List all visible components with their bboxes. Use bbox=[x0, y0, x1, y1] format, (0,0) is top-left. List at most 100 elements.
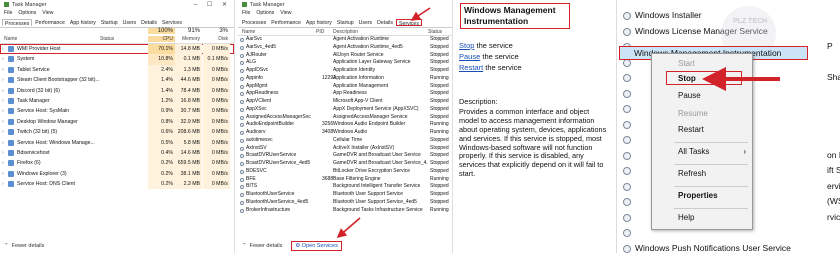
chevron-right-icon[interactable]: › bbox=[2, 117, 4, 127]
menu-options[interactable]: Options bbox=[18, 10, 36, 17]
tab-app-history[interactable]: App history bbox=[304, 19, 334, 26]
process-row[interactable]: › Bdservicehost 0.4% 14.6 MB 0 MB/s bbox=[0, 147, 234, 159]
process-row[interactable]: › Tablet Service 2.4% 1.3 MB 0 MB/s bbox=[0, 64, 234, 76]
tab-users[interactable]: Users bbox=[121, 19, 139, 26]
service-row[interactable]: AssignedAccessManagerSvc AssignedAccessMa… bbox=[238, 114, 452, 122]
tab-startup[interactable]: Startup bbox=[99, 19, 120, 26]
ctx-help[interactable]: Help bbox=[678, 212, 694, 224]
ctx-restart[interactable]: Restart bbox=[678, 124, 704, 136]
service-row[interactable]: BluetoothUserService Bluetooth User Suppo… bbox=[238, 191, 452, 199]
process-row[interactable]: › Service Host: Windows Manage... 0.5% 5.8 … bbox=[0, 137, 234, 148]
service-row[interactable]: AppXSvc AppX Deployment Service (AppXSVC)… bbox=[238, 106, 452, 114]
ctx-start[interactable]: Start bbox=[678, 58, 695, 70]
chevron-right-icon[interactable]: › bbox=[2, 106, 4, 116]
ctx-pause[interactable]: Pause bbox=[678, 90, 701, 102]
chevron-right-icon[interactable]: › bbox=[2, 75, 4, 85]
service-row[interactable]: BcastDVRUserService_4ed5 GameDVR and Broa… bbox=[238, 160, 452, 168]
process-row[interactable]: › WMI Provider Host 70.1% 14.8 MB 0 MB/s bbox=[0, 44, 234, 55]
process-row[interactable]: › Steam Client Bootstrapper (32 bit)... 1.… bbox=[0, 75, 234, 86]
col-name[interactable]: Name bbox=[4, 36, 17, 42]
tab-users[interactable]: Users bbox=[357, 19, 375, 26]
chevron-right-icon[interactable]: › bbox=[2, 138, 4, 148]
ctx-resume[interactable]: Resume bbox=[678, 108, 708, 120]
service-row[interactable]: AxInstSV ActiveX Installer (AxInstSV) Stop… bbox=[238, 145, 452, 153]
fewer-details-link[interactable]: Fewer details bbox=[12, 243, 45, 249]
process-row[interactable]: › Twitch (32 bit) (5) 0.6% 208.6 MB 0 MB/s bbox=[0, 127, 234, 138]
chevron-up-icon[interactable]: ⌃ bbox=[242, 243, 247, 249]
chevron-right-icon[interactable]: › bbox=[2, 96, 4, 106]
chevron-right-icon[interactable]: › bbox=[2, 86, 4, 96]
tab-services[interactable]: Services bbox=[160, 19, 184, 26]
ctx-refresh[interactable]: Refresh bbox=[678, 168, 706, 180]
service-row[interactable]: BITS Background Intelligent Transfer Serv… bbox=[238, 183, 452, 191]
tab-performance[interactable]: Performance bbox=[269, 19, 303, 26]
service-row[interactable]: AJRouter AllJoyn Router Service Stopped bbox=[238, 52, 452, 60]
service-row[interactable]: AudioEndpointBuilder 3256 Windows Audio En… bbox=[238, 121, 452, 129]
service-row[interactable]: BrokerInfrastructure Background Tasks Inf… bbox=[238, 207, 452, 215]
ctx-properties[interactable]: Properties bbox=[678, 190, 718, 202]
tab-startup[interactable]: Startup bbox=[335, 19, 356, 26]
menu-options[interactable]: Options bbox=[256, 10, 274, 17]
fewer-details-link[interactable]: Fewer details bbox=[250, 243, 283, 249]
ctx-all-tasks[interactable]: All Tasks bbox=[678, 146, 709, 158]
col-status[interactable]: Status bbox=[428, 29, 442, 35]
tab-details[interactable]: Details bbox=[375, 19, 395, 26]
service-row[interactable]: Audiosrv 3408 Windows Audio Running bbox=[238, 129, 452, 137]
col-description[interactable]: Description bbox=[333, 29, 358, 35]
col-cpu[interactable]: CPU bbox=[148, 36, 175, 42]
service-row[interactable]: AppReadiness App Readiness Stopped bbox=[238, 90, 452, 98]
stop-link[interactable]: Stop bbox=[459, 41, 474, 50]
tab-app-history[interactable]: App history bbox=[68, 19, 98, 26]
service-row[interactable]: autotimesvc Cellular Time Stopped bbox=[238, 137, 452, 145]
service-row[interactable]: BluetoothUserService_4ed5 Bluetooth User … bbox=[238, 199, 452, 207]
tab-processes[interactable]: Processes bbox=[240, 19, 268, 26]
service-row[interactable]: Appinfo 12292 Application Information Runni… bbox=[238, 75, 452, 83]
chevron-right-icon[interactable]: › bbox=[2, 127, 4, 137]
process-disk: 0 MB/s bbox=[203, 85, 230, 96]
service-row[interactable]: ALG Application Layer Gateway Service Stop… bbox=[238, 59, 452, 67]
col-memory[interactable]: Memory bbox=[175, 36, 202, 42]
chevron-right-icon[interactable]: › bbox=[2, 158, 4, 168]
service-row[interactable]: AarSvc Agent Activation Runtime Stopped bbox=[238, 36, 452, 44]
tab-details[interactable]: Details bbox=[139, 19, 159, 26]
process-row[interactable]: › Service Host: DNS Client 0.2% 2.3 MB 0 MB/… bbox=[0, 179, 234, 190]
chevron-right-icon[interactable]: › bbox=[2, 148, 4, 158]
process-row[interactable]: › Task Manager 1.2% 16.8 MB 0 MB/s bbox=[0, 95, 234, 107]
chevron-right-icon[interactable]: › bbox=[2, 179, 4, 189]
menu-file[interactable]: File bbox=[242, 10, 250, 17]
service-row[interactable]: AppVClient Microsoft App-V Client Stopped bbox=[238, 98, 452, 106]
console-service-row[interactable]: Windows Push Notifications User Service bbox=[617, 241, 840, 253]
process-row[interactable]: › Firefox (6) 0.2% 659.5 MB 0 MB/s bbox=[0, 158, 234, 169]
window-controls[interactable]: – ☐ ✕ bbox=[194, 1, 231, 8]
tab-services[interactable]: Services bbox=[396, 19, 422, 27]
open-services-link[interactable]: ⚙ Open Services bbox=[291, 241, 342, 251]
service-row[interactable]: BDESVC BitLocker Drive Encryption Service… bbox=[238, 168, 452, 176]
service-row[interactable]: BFE 3688 Base Filtering Engine Running bbox=[238, 176, 452, 184]
chevron-right-icon[interactable]: › bbox=[2, 44, 4, 54]
service-row[interactable]: AppIDSvc Application Identity Stopped bbox=[238, 67, 452, 75]
service-row[interactable]: AppMgmt Application Management Stopped bbox=[238, 83, 452, 91]
chevron-right-icon[interactable]: › bbox=[2, 65, 4, 75]
menu-file[interactable]: File bbox=[4, 10, 12, 17]
service-row[interactable]: AarSvc_4ed5 Agent Activation Runtime_4ed5… bbox=[238, 44, 452, 52]
process-row[interactable]: › Service Host: SysMain 0.9% 30.7 MB 0 MB/s bbox=[0, 106, 234, 117]
col-name[interactable]: Name bbox=[242, 29, 255, 35]
col-pid[interactable]: PID bbox=[316, 29, 324, 35]
menu-view[interactable]: View bbox=[42, 10, 53, 17]
restart-link[interactable]: Restart bbox=[459, 63, 483, 72]
tab-processes[interactable]: Processes bbox=[2, 19, 33, 27]
tab-performance[interactable]: Performance bbox=[33, 19, 67, 26]
chevron-right-icon[interactable]: › bbox=[2, 169, 4, 179]
pause-link[interactable]: Pause bbox=[459, 52, 480, 61]
process-row[interactable]: › Windows Explorer (3) 0.2% 38.1 MB 0 MB/s bbox=[0, 168, 234, 180]
chevron-up-icon[interactable]: ⌃ bbox=[4, 243, 9, 249]
service-row[interactable]: BcastDVRUserService GameDVR and Broadcast… bbox=[238, 152, 452, 160]
process-row[interactable]: › Desktop Window Manager 0.8% 32.9 MB 0 MB/s bbox=[0, 116, 234, 128]
ctx-stop[interactable]: Stop bbox=[678, 73, 696, 85]
chevron-right-icon[interactable]: › bbox=[2, 54, 4, 64]
process-row[interactable]: › System 10.8% 0.1 MB 0.1 MB/s bbox=[0, 54, 234, 65]
col-disk[interactable]: Disk bbox=[203, 36, 230, 42]
col-status[interactable]: Status bbox=[100, 36, 114, 42]
menu-view[interactable]: View bbox=[280, 10, 291, 17]
process-row[interactable]: › Discord (32 bit) (6) 1.4% 78.4 MB 0 MB/s bbox=[0, 85, 234, 96]
